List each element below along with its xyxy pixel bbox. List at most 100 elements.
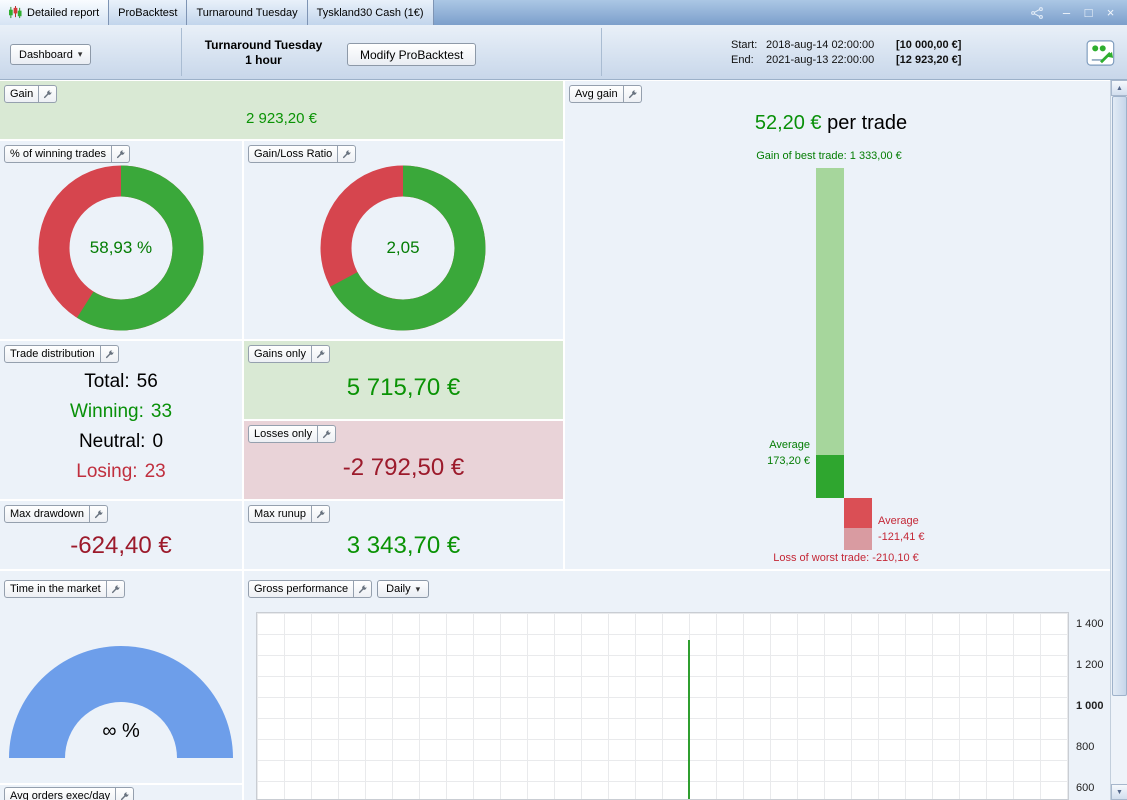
share-icon[interactable] <box>1028 4 1046 22</box>
app-window: Detailed report ProBacktest Turnaround T… <box>0 0 1127 800</box>
losing-trades-row: Losing: 23 <box>76 461 166 482</box>
losses-only-settings-button[interactable] <box>318 425 337 443</box>
close-button[interactable]: × <box>1101 3 1120 22</box>
gross-performance-title-button[interactable]: Gross performance <box>248 580 355 598</box>
tab-detailed-report[interactable]: Detailed report <box>0 0 110 25</box>
wrench-icon <box>315 509 326 520</box>
wrench-icon <box>110 584 121 595</box>
gain-loss-ratio-settings-button[interactable] <box>338 145 357 163</box>
backtest-start: Start: 2018-aug-14 02:00:00 [10 000,00 €] <box>731 38 961 53</box>
winning-trades-donut-chart: 58,93 % <box>38 165 204 331</box>
max-drawdown-title-button[interactable]: Max drawdown <box>4 505 90 523</box>
toolbar: Dashboard ▾ Turnaround Tuesday 1 hour Mo… <box>0 25 1127 80</box>
gains-only-settings-button[interactable] <box>311 345 330 363</box>
toolbar-divider <box>601 28 602 76</box>
start-amount: [10 000,00 €] <box>896 39 962 51</box>
neutral-trades-row: Neutral: 0 <box>78 431 164 452</box>
gains-only-title-button[interactable]: Gains only <box>248 345 312 363</box>
scroll-up-icon: ▲ <box>1116 84 1123 92</box>
period-dropdown-label: Daily <box>386 583 411 595</box>
bar-worst-trade <box>844 528 872 550</box>
strategy-info: Turnaround Tuesday 1 hour <box>186 38 341 68</box>
y-axis-tick: 800 <box>1076 741 1095 753</box>
gross-performance-settings-button[interactable] <box>354 580 373 598</box>
caret-down-icon: ▾ <box>415 583 421 594</box>
report-icon[interactable] <box>1086 38 1116 68</box>
time-in-market-settings-button[interactable] <box>106 580 125 598</box>
avg-gain-settings-button[interactable] <box>623 85 642 103</box>
wrench-icon <box>119 791 130 800</box>
tab-label: Detailed report <box>27 6 100 19</box>
titlebar-spacer <box>434 0 1028 25</box>
gain-value: 2 923,20 € <box>246 110 317 127</box>
wrench-icon <box>42 89 53 100</box>
maximize-button[interactable]: □ <box>1079 3 1098 22</box>
candlestick-chart-icon <box>9 6 22 19</box>
minimize-button[interactable]: – <box>1057 3 1076 22</box>
gain-settings-button[interactable] <box>39 85 58 103</box>
scrollbar-thumb[interactable] <box>1112 96 1127 696</box>
panel-max-runup: Max runup 3 343,70 € <box>244 501 563 569</box>
scroll-up-button[interactable]: ▲ <box>1111 80 1127 96</box>
max-runup-value: 3 343,70 € <box>346 532 461 559</box>
gains-only-value: 5 715,70 € <box>346 374 461 401</box>
bar-average-gain <box>816 455 844 498</box>
max-runup-settings-button[interactable] <box>311 505 330 523</box>
winning-trades-row: Winning: 33 <box>69 401 173 422</box>
period-dropdown[interactable]: Daily ▾ <box>377 580 430 598</box>
panel-gain-loss-ratio: Gain/Loss Ratio 2,05 <box>244 141 563 339</box>
average-gain-label: Average 173,20 € <box>767 439 810 467</box>
wrench-icon <box>115 149 126 160</box>
winning-trades-settings-button[interactable] <box>112 145 130 163</box>
toolbar-divider <box>181 28 182 76</box>
modify-probacktest-button[interactable]: Modify ProBacktest <box>347 43 477 66</box>
wrench-icon <box>357 584 368 595</box>
tab-turnaround-tuesday[interactable]: Turnaround Tuesday <box>187 0 308 25</box>
panel-trade-distribution: Trade distribution Total: 56 Winning: 33 N… <box>0 341 242 499</box>
gain-loss-ratio-donut-chart: 2,05 <box>320 165 486 331</box>
panel-gains-only: Gains only 5 715,70 € <box>244 341 563 419</box>
backtest-period: Start: 2018-aug-14 02:00:00 [10 000,00 €] … <box>731 38 961 68</box>
strategy-timeframe: 1 hour <box>245 53 282 67</box>
gross-performance-chart[interactable] <box>256 612 1069 800</box>
trade-distribution-rows: Total: 56 Winning: 33 Neutral: 0 Losing: 23 <box>0 367 242 487</box>
dashboard-dropdown[interactable]: Dashboard ▾ <box>10 44 92 65</box>
average-loss-label: Average -121,41 € <box>878 515 925 543</box>
end-datetime: 2021-aug-13 22:00:00 <box>766 54 875 66</box>
panel-winning-trades: % of winning trades 58,93 % <box>0 141 242 339</box>
losses-only-title-button[interactable]: Losses only <box>248 425 319 443</box>
max-drawdown-value: -624,40 € <box>70 532 172 559</box>
winning-trades-value: 58,93 % <box>89 238 153 257</box>
avg-orders-settings-button[interactable] <box>116 787 135 800</box>
panel-avg-gain: Avg gain 52,20 € per trade Gain of best … <box>565 81 1110 569</box>
tab-probacktest[interactable]: ProBacktest <box>109 0 188 25</box>
backtest-end: End: 2021-aug-13 22:00:00 [12 923,20 €] <box>731 53 961 68</box>
wrench-icon <box>341 149 352 160</box>
avg-gain-value-suffix: per trade <box>821 112 908 134</box>
tab-label: Tyskland30 Cash (1€) <box>316 6 424 19</box>
worst-trade-label: Loss of worst trade: -210,10 € <box>773 552 919 564</box>
vertical-scrollbar[interactable]: ▲ ▼ <box>1110 80 1127 800</box>
dashboard-dropdown-label: Dashboard <box>19 48 73 61</box>
total-trades-row: Total: 56 <box>84 371 158 392</box>
tab-instrument[interactable]: Tyskland30 Cash (1€) <box>307 0 434 25</box>
trade-distribution-title-button[interactable]: Trade distribution <box>4 345 101 363</box>
best-trade-label: Gain of best trade: 1 333,00 € <box>756 150 902 162</box>
trade-distribution-settings-button[interactable] <box>100 345 119 363</box>
avg-orders-title-button[interactable]: Avg orders exec/day <box>4 787 117 800</box>
avg-gain-title-button[interactable]: Avg gain <box>569 85 624 103</box>
scroll-down-button[interactable]: ▼ <box>1111 784 1127 800</box>
max-runup-title-button[interactable]: Max runup <box>248 505 312 523</box>
equity-spike-line <box>688 640 690 799</box>
gain-loss-ratio-title-button[interactable]: Gain/Loss Ratio <box>248 145 339 163</box>
gain-title-button[interactable]: Gain <box>4 85 40 103</box>
time-in-market-title-button[interactable]: Time in the market <box>4 580 107 598</box>
start-datetime: 2018-aug-14 02:00:00 <box>766 39 875 51</box>
max-drawdown-settings-button[interactable] <box>89 505 108 523</box>
losses-only-value: -2 792,50 € <box>342 454 465 481</box>
y-axis-tick: 1 400 <box>1076 618 1104 630</box>
winning-trades-title-button[interactable]: % of winning trades <box>4 145 112 163</box>
y-axis-tick: 600 <box>1076 782 1095 794</box>
end-label: End: <box>731 54 754 66</box>
avg-gain-bar-chart <box>816 168 844 498</box>
